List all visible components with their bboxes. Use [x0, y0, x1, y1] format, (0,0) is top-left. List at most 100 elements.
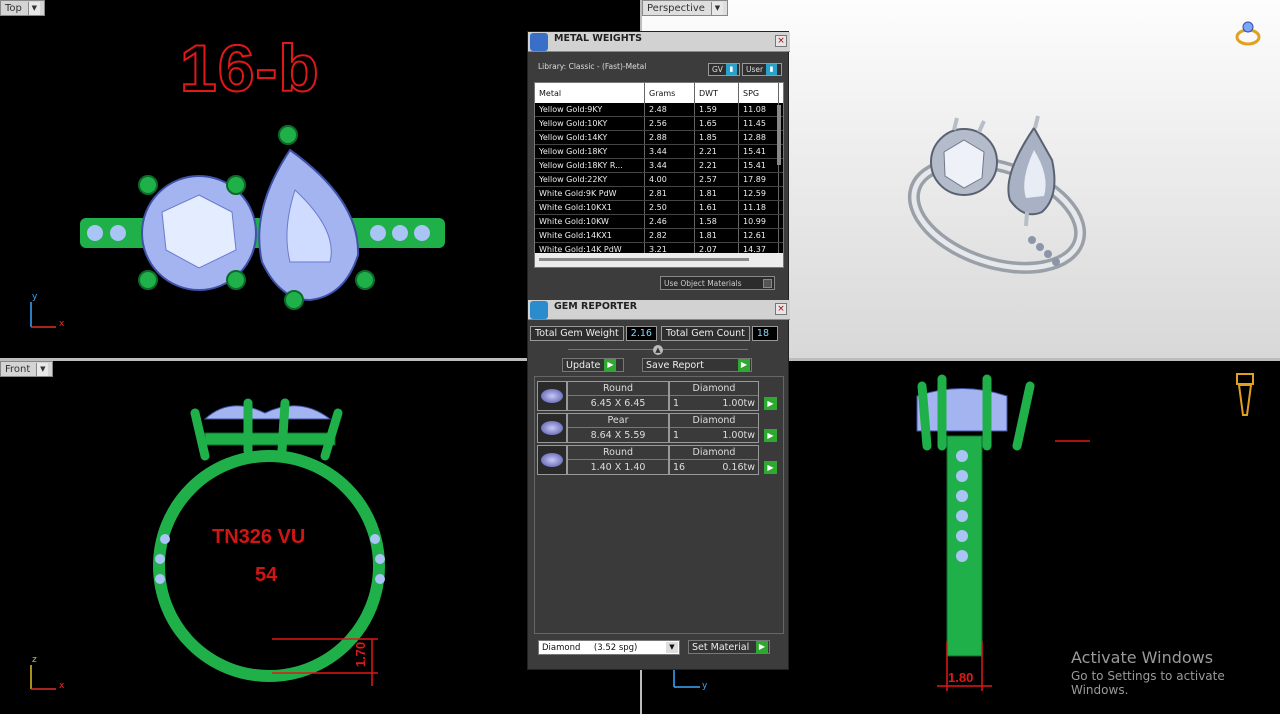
table-cell: 2.21	[695, 159, 739, 172]
table-row[interactable]: Yellow Gold:22KY 4.00 2.57 17.89	[535, 173, 783, 187]
table-cell: 1.59	[695, 103, 739, 116]
table-cell: 12.88	[739, 131, 779, 144]
column-header[interactable]: SPG	[739, 83, 779, 103]
gem-report-icon	[530, 300, 548, 319]
gv-toggle[interactable]: GV ▮	[708, 63, 740, 76]
table-cell: 11.08	[739, 103, 779, 116]
gem-list[interactable]: Round 6.45 X 6.45 Diamond 1 1.00tw ▶ Pear 8.64 …	[534, 376, 784, 634]
axis-x-label: x	[59, 319, 65, 329]
table-cell: 1.81	[695, 229, 739, 242]
gem-weight: 1.00tw	[722, 429, 755, 441]
material-select[interactable]: Diamond (3.52 spg) ▼	[538, 640, 680, 655]
gem-type: Diamond	[670, 382, 758, 396]
activate-windows-subtitle: Go to Settings to activate Windows.	[1071, 669, 1225, 697]
gem-row[interactable]: Round 1.40 X 1.40 Diamond 16 0.16tw ▶	[537, 445, 777, 475]
total-gem-count-label: Total Gem Count	[661, 326, 750, 341]
collapse-icon[interactable]: ▲	[653, 345, 663, 355]
play-icon[interactable]: ▶	[764, 397, 777, 410]
table-row[interactable]: White Gold:10KX1 2.50 1.61 11.18	[535, 201, 783, 215]
tools-panel: METAL WEIGHTS × Library: Classic - (Fast…	[527, 31, 790, 670]
table-row[interactable]: White Gold:14KX1 2.82 1.81 12.61	[535, 229, 783, 243]
play-icon[interactable]: ▶	[764, 429, 777, 442]
save-report-label: Save Report	[646, 359, 704, 371]
axis-x-label: x	[59, 681, 65, 691]
table-cell: 4.00	[645, 173, 695, 186]
gem-shape-size: Round 6.45 X 6.45	[567, 381, 669, 411]
axis-y-label: y	[32, 292, 38, 302]
axis-y-label: y	[702, 681, 708, 691]
gem-reporter-titlebar[interactable]: GEM REPORTER ×	[528, 300, 790, 320]
table-row[interactable]: Yellow Gold:9KY 2.48 1.59 11.08	[535, 103, 783, 117]
table-cell: 2.57	[695, 173, 739, 186]
metal-weights-table[interactable]: Metal Grams DWT SPG Yellow Gold:9KY 2.48 1…	[534, 82, 784, 268]
column-header[interactable]: Grams	[645, 83, 695, 103]
close-icon[interactable]: ×	[775, 35, 787, 47]
table-cell: 1.65	[695, 117, 739, 130]
save-report-button[interactable]: Save Report ▶	[642, 358, 752, 372]
table-cell: 2.50	[645, 201, 695, 214]
gem-thumbnail-icon	[537, 413, 567, 443]
table-row[interactable]: Yellow Gold:18KY 3.44 2.21 15.41	[535, 145, 783, 159]
column-header[interactable]: DWT	[695, 83, 739, 103]
table-cell: 1.61	[695, 201, 739, 214]
play-icon: ▶	[604, 359, 617, 371]
viewport-label-perspective[interactable]: Perspective ▼	[642, 0, 728, 16]
horizontal-scrollbar[interactable]	[535, 253, 783, 267]
flask-icon	[530, 32, 548, 51]
play-icon: ▶	[738, 359, 750, 371]
chevron-down-icon[interactable]: ▼	[710, 1, 723, 15]
gem-type-count: Diamond 1 1.00tw	[669, 413, 759, 443]
library-label: Library: Classic - (Fast)-Metal	[538, 62, 647, 71]
metal-weights-title: METAL WEIGHTS	[554, 33, 642, 44]
gem-weight: 0.16tw	[722, 461, 755, 473]
column-header[interactable]: Metal	[535, 83, 645, 103]
vertical-scrollbar[interactable]	[777, 105, 781, 165]
table-cell: Yellow Gold:10KY	[535, 117, 645, 130]
table-cell: Yellow Gold:18KY	[535, 145, 645, 158]
use-object-materials-checkbox[interactable]: Use Object Materials	[660, 276, 775, 290]
total-gem-count: Total Gem Count 18	[661, 326, 778, 341]
user-label: User	[746, 65, 764, 74]
checkbox-icon	[763, 279, 772, 288]
table-row[interactable]: Yellow Gold:14KY 2.88 1.85 12.88	[535, 131, 783, 145]
table-row[interactable]: Yellow Gold:18KY R... 3.44 2.21 15.41	[535, 159, 783, 173]
ring-icon[interactable]	[1232, 18, 1264, 51]
play-icon[interactable]: ▶	[764, 461, 777, 474]
table-cell: 12.59	[739, 187, 779, 200]
table-cell: 15.41	[739, 159, 779, 172]
gem-shape-size: Round 1.40 X 1.40	[567, 445, 669, 475]
material-select-value: Diamond (3.52 spg)	[542, 642, 638, 653]
table-cell: 1.81	[695, 187, 739, 200]
user-toggle[interactable]: User ▮	[742, 63, 782, 76]
gv-label: GV	[712, 65, 723, 74]
set-material-button[interactable]: Set Material ▶	[688, 640, 770, 654]
table-cell: White Gold:14KX1	[535, 229, 645, 242]
table-cell: 2.56	[645, 117, 695, 130]
close-icon[interactable]: ×	[775, 303, 787, 315]
gem-shape-size: Pear 8.64 X 5.59	[567, 413, 669, 443]
total-gem-weight-label: Total Gem Weight	[530, 326, 624, 341]
table-row[interactable]: White Gold:10KW 2.46 1.58 10.99	[535, 215, 783, 229]
total-gem-weight-value: 2.16	[625, 326, 657, 341]
table-cell: 2.46	[645, 215, 695, 228]
chevron-down-icon: ▼	[666, 642, 678, 653]
table-cell: 15.41	[739, 145, 779, 158]
update-button[interactable]: Update ▶	[562, 358, 624, 372]
gem-shape: Round	[568, 446, 668, 460]
table-cell: 12.61	[739, 229, 779, 242]
table-cell: 2.81	[645, 187, 695, 200]
gem-size: 1.40 X 1.40	[590, 461, 646, 473]
table-row[interactable]: White Gold:9K PdW 2.81 1.81 12.59	[535, 187, 783, 201]
table-cell: 3.44	[645, 145, 695, 158]
table-cell: White Gold:9K PdW	[535, 187, 645, 200]
update-label: Update	[566, 359, 601, 371]
use-object-materials-label: Use Object Materials	[664, 278, 742, 288]
gem-row[interactable]: Round 6.45 X 6.45 Diamond 1 1.00tw ▶	[537, 381, 777, 411]
gem-weight: 1.00tw	[722, 397, 755, 409]
gem-shape: Round	[568, 382, 668, 396]
gem-type: Diamond	[670, 414, 758, 428]
table-cell: White Gold:10KW	[535, 215, 645, 228]
metal-weights-titlebar[interactable]: METAL WEIGHTS ×	[528, 32, 790, 52]
gem-row[interactable]: Pear 8.64 X 5.59 Diamond 1 1.00tw ▶	[537, 413, 777, 443]
table-row[interactable]: Yellow Gold:10KY 2.56 1.65 11.45	[535, 117, 783, 131]
